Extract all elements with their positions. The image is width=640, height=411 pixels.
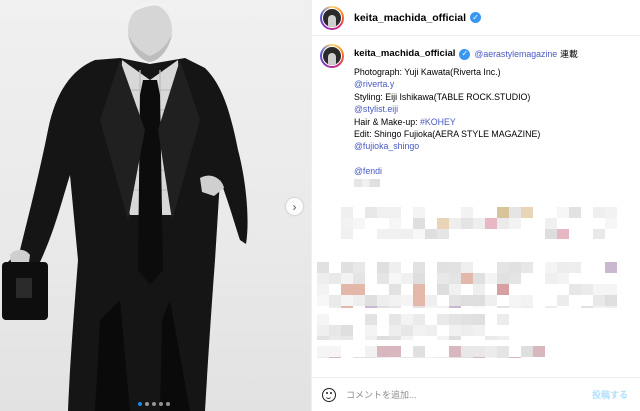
caption-line: Edit: Shingo Fujioka(AERA STYLE MAGAZINE… [354,129,541,140]
header-username[interactable]: keita_machida_official [354,12,466,24]
caption-line: Styling: Eiji Ishikawa(TABLE ROCK.STUDIO… [354,91,531,102]
avatar[interactable] [320,5,344,30]
caption-line: Hair & Make-up: #KOHEY [354,116,578,128]
post-side-panel: keita_machida_official ✓ keita_machida_o… [311,0,640,411]
hashtag-link[interactable]: #KOHEY [420,117,456,127]
caption-link[interactable]: @fujioka_shingo [354,140,578,152]
post-image[interactable]: › [0,0,311,411]
blurred-comment [317,346,545,358]
chevron-right-icon: › [292,199,297,214]
blurred-comment [317,262,617,308]
verified-badge-icon: ✓ [459,48,471,60]
portrait-photo [2,1,248,411]
blurred-comment [317,314,509,340]
post-comment-button[interactable]: 投稿する [592,388,628,401]
comment-bar: 投稿する [312,377,640,411]
caption-line: Photograph: Yuji Kawata(Riverta Inc.) [354,67,501,77]
carousel-dot [159,402,163,406]
blurred-comment [317,207,617,239]
avatar[interactable] [320,44,344,68]
caption-line-text: Hair & Make-up: [354,116,420,127]
carousel-indicator [138,402,170,406]
verified-badge-icon: ✓ [470,12,482,23]
carousel-dot [152,402,156,406]
comment-input[interactable] [346,389,576,400]
caption-tag: 連載 [560,48,578,59]
caption-lines: Photograph: Yuji Kawata(Riverta Inc.) @r… [354,66,578,177]
post-header: keita_machida_official ✓ [312,0,640,36]
carousel-dot [138,402,142,406]
next-image-button[interactable]: › [286,198,303,215]
blurred-timestamp [354,179,380,188]
caption: keita_machida_official ✓ @aerastylemagaz… [320,44,635,188]
caption-gap [354,153,578,165]
caption-link[interactable]: @fendi [354,165,578,177]
instagram-post-view: › keita_machida_official ✓ keita_machida… [0,0,640,411]
caption-link[interactable]: @riverta.y [354,78,578,90]
carousel-dot [145,402,149,406]
emoji-icon[interactable] [322,387,336,402]
caption-link[interactable]: @stylist.eiji [354,103,578,115]
caption-username[interactable]: keita_machida_official [354,48,455,60]
caption-mention[interactable]: @aerastylemagazine [474,48,557,60]
carousel-dot [166,402,170,406]
